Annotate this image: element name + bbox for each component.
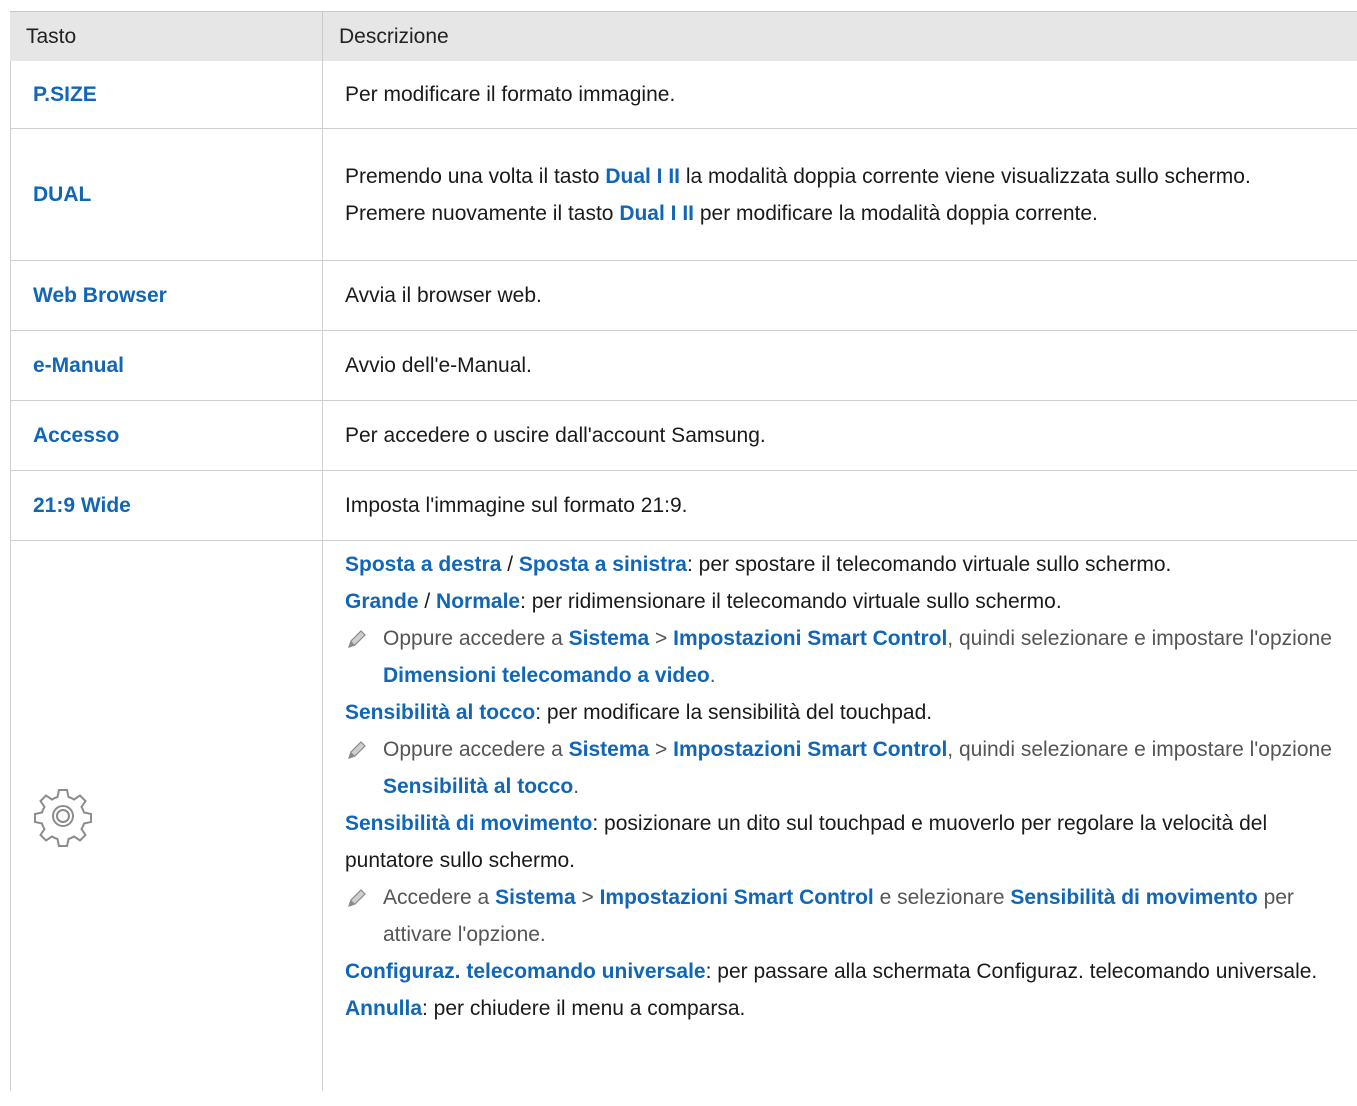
key-label: 21:9 Wide xyxy=(33,493,131,517)
row-description: Avvia il browser web. xyxy=(345,284,542,307)
table-header: Tasto Descrizione xyxy=(10,11,1357,61)
table-row: Sposta a destra / Sposta a sinistra: per… xyxy=(10,541,1357,1091)
pencil-icon xyxy=(348,741,366,759)
line: Sensibilità al tocco: per modificare la … xyxy=(345,701,933,724)
settings-description: Sposta a destra / Sposta a sinistra: per… xyxy=(323,541,1357,1091)
header-tasto: Tasto xyxy=(10,12,323,61)
key-label: Web Browser xyxy=(33,283,167,307)
table-row: Accesso Per accedere o uscire dall'accou… xyxy=(10,401,1357,471)
text: per modificare la modalità doppia corren… xyxy=(694,201,1098,225)
key-label: e-Manual xyxy=(33,353,125,377)
pencil-icon xyxy=(348,630,366,648)
text: Premendo una volta il tasto xyxy=(345,164,606,188)
row-description: Per accedere o uscire dall'account Samsu… xyxy=(345,424,766,447)
key-table: Tasto Descrizione P.SIZE Per modificare … xyxy=(10,11,1357,1091)
row-description: Imposta l'immagine sul formato 21:9. xyxy=(345,494,688,517)
note: Oppure accedere a Sistema > Impostazioni… xyxy=(345,620,1347,694)
key-label: DUAL xyxy=(33,182,92,206)
text: Premere nuovamente il tasto xyxy=(345,201,620,225)
row-description: Premendo una volta il tasto Dual I II la… xyxy=(323,129,1357,260)
table-row: P.SIZE Per modificare il formato immagin… xyxy=(10,61,1357,129)
note: Oppure accedere a Sistema > Impostazioni… xyxy=(345,731,1347,805)
header-descrizione: Descrizione xyxy=(339,24,449,48)
key-label: P.SIZE xyxy=(33,82,97,106)
table-row: e-Manual Avvio dell'e-Manual. xyxy=(10,331,1357,401)
key-ref: Dual I II xyxy=(619,201,694,225)
row-description: Avvio dell'e-Manual. xyxy=(345,354,532,377)
gear-icon xyxy=(34,789,92,847)
key-ref: Dual I II xyxy=(605,164,681,188)
table-row: 21:9 Wide Imposta l'immagine sul formato… xyxy=(10,471,1357,541)
table-row: Web Browser Avvia il browser web. xyxy=(10,261,1357,331)
line: Sposta a destra / Sposta a sinistra: per… xyxy=(345,553,1172,576)
line: Annulla: per chiudere il menu a comparsa… xyxy=(345,997,746,1020)
key-label: Accesso xyxy=(33,423,120,447)
table-row: DUAL Premendo una volta il tasto Dual I … xyxy=(10,129,1357,261)
line: Grande / Normale: per ridimensionare il … xyxy=(345,590,1062,613)
line: Configuraz. telecomando universale: per … xyxy=(345,960,1318,983)
row-description: Per modificare il formato immagine. xyxy=(345,83,676,106)
pencil-icon xyxy=(348,889,366,907)
line: Sensibilità di movimento: posizionare un… xyxy=(345,812,1268,872)
text: la modalità doppia corrente viene visual… xyxy=(680,164,1251,188)
note: Accedere a Sistema > Impostazioni Smart … xyxy=(345,879,1347,953)
